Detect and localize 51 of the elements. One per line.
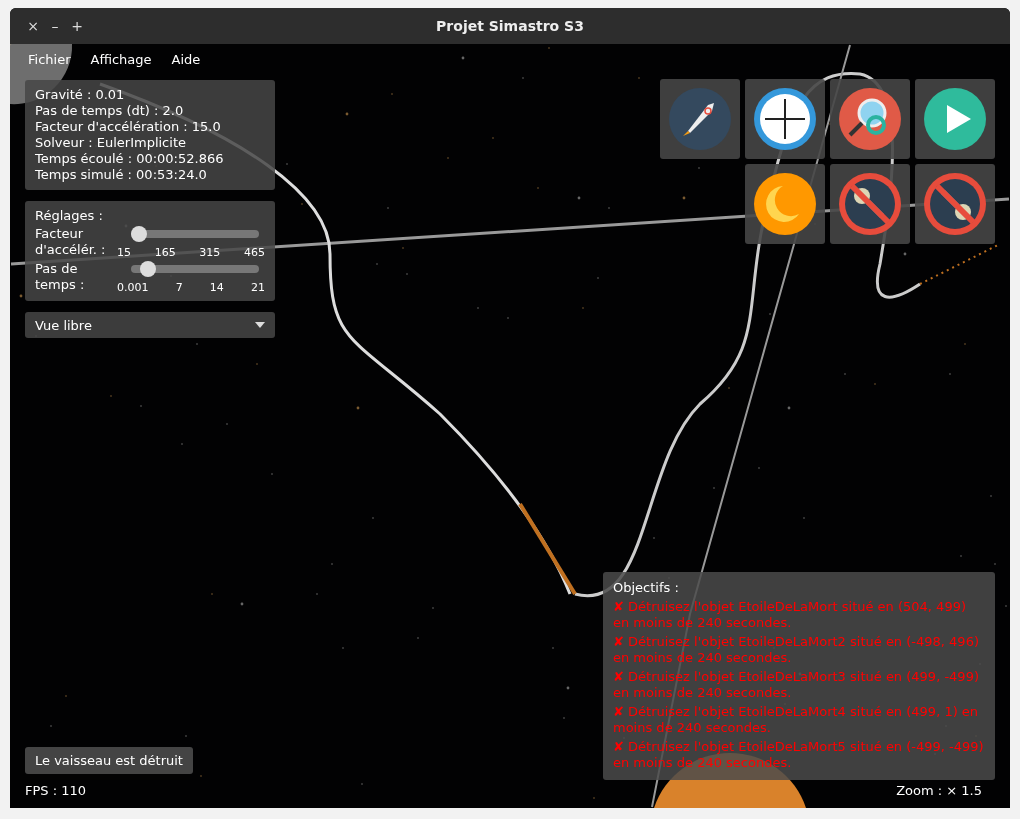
slider-label: Facteur d'accélér. :	[35, 226, 107, 258]
menu-item[interactable]: Fichier	[18, 51, 81, 67]
moon-icon	[753, 172, 817, 236]
info-line: Temps écoulé : 00:00:52.866	[35, 151, 225, 167]
tick-label: 165	[154, 246, 176, 259]
slider-label: Pas de temps :	[35, 261, 86, 293]
view-dropdown[interactable]: Vue libre	[25, 312, 275, 338]
tick-label: 315	[199, 246, 221, 259]
menu-item[interactable]: Aide	[161, 51, 211, 67]
info-line: Facteur d'accélération : 15.0	[35, 119, 222, 135]
window-control[interactable]: ×	[22, 18, 44, 34]
info-line: Solveur : EulerImplicite	[35, 135, 187, 151]
objective-item: ✘ Détruisez l'objet EtoileDeLaMort2 situé en (-498, 496) en moins de 240 secondes.	[613, 634, 980, 666]
tick-label: 14	[209, 281, 224, 294]
settings-title: Réglages :	[35, 208, 104, 224]
tick-label: 21	[250, 281, 265, 294]
tick-label: 15	[117, 246, 131, 259]
status-message: Le vaisseau est détruit	[25, 747, 193, 774]
tick-label: 465	[243, 246, 265, 259]
info-line: Temps simulé : 00:53:24.0	[35, 167, 208, 183]
toolbar-button[interactable]	[745, 79, 825, 159]
window-control[interactable]: –	[44, 18, 66, 34]
axes-icon	[753, 87, 817, 151]
objective-item: ✘ Détruisez l'objet EtoileDeLaMort4 situé en (499, 1) en moins de 240 secondes.	[613, 704, 980, 736]
objective-item: ✘ Détruisez l'objet EtoileDeLaMort situé en (504, 499) en moins de 240 secondes.	[613, 599, 967, 631]
info-line: Gravité : 0.01	[35, 87, 126, 103]
rocket-icon	[668, 87, 732, 151]
objective-item: ✘ Détruisez l'objet EtoileDeLaMort3 situé en (499, -499) en moins de 240 secondes.	[613, 669, 980, 701]
zoom-level: Zoom : × 1.5	[896, 783, 982, 798]
window-control[interactable]: +	[66, 18, 88, 34]
slider-thumb[interactable]	[131, 226, 147, 242]
slider-thumb[interactable]	[139, 261, 156, 277]
no-asteroid-icon	[923, 172, 987, 236]
tick-label: 7	[175, 281, 183, 294]
objective-item: ✘ Détruisez l'objet EtoileDeLaMort5 situé en (-499, -499) en moins de 240 secondes.	[613, 739, 985, 771]
toolbar-button[interactable]	[745, 164, 825, 244]
toolbar-button[interactable]	[830, 79, 910, 159]
toolbar-button[interactable]	[660, 79, 740, 159]
window-title: Projet Simastro S3	[435, 18, 585, 34]
info-line: Pas de temps (dt) : 2.0	[35, 103, 185, 119]
menu-item[interactable]: Affichage	[80, 51, 162, 67]
magnifier-icon	[838, 87, 902, 151]
toolbar-button[interactable]	[915, 79, 995, 159]
caret-icon	[255, 322, 265, 328]
play-icon	[923, 87, 987, 151]
no-asteroid-icon	[838, 172, 902, 236]
tick-label: 0.001	[117, 281, 149, 294]
objectives-title: Objectifs :	[613, 580, 680, 595]
slider-track[interactable]	[131, 261, 259, 277]
fps-counter: FPS : 110	[25, 783, 87, 798]
slider-track[interactable]	[131, 226, 259, 242]
